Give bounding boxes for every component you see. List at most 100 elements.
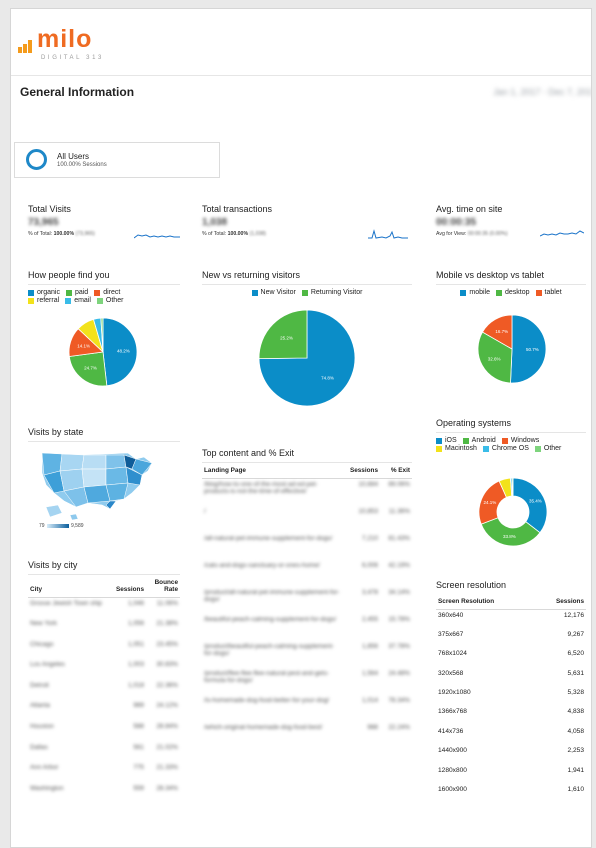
table-row: /product/flee-flee-flee-natural-pest-and…: [202, 668, 412, 695]
card-visits-by-city: Visits by city City Sessions Bounce Rate…: [28, 560, 180, 803]
legend-item: direct: [94, 289, 120, 296]
table-cell: 1,610: [567, 786, 584, 794]
metric-avg-time: Avg. time on site 00:00:35 Avg for View:…: [436, 204, 586, 237]
pie-label: 32.6%: [488, 356, 501, 361]
table-row: Houston 588 28.84%: [28, 721, 180, 742]
table-cell: 11.36%: [388, 507, 410, 515]
table-cell: 6,520: [567, 650, 584, 658]
table-cell: 988: [367, 723, 378, 731]
legend-item: referral: [28, 297, 59, 304]
table-cell: 1,003: [128, 661, 144, 669]
table-cell: /product/beautiful-peach-calming-supplem…: [204, 642, 335, 657]
table-row: Atlanta 989 24.12%: [28, 700, 180, 721]
table-cell: /cats-and-dogs-sanctuary-or-ones-home/: [204, 561, 320, 569]
table-cell: 414x736: [438, 727, 464, 735]
table-row: 1280x800 1,941: [436, 765, 586, 784]
table-cell: 21.02%: [156, 743, 178, 751]
table-cell: 1280x800: [438, 766, 467, 774]
date-range[interactable]: Jan 1, 2017 - Dec 7, 2017: [493, 87, 591, 97]
legend-returning: New Visitor Returning Visitor: [202, 289, 412, 296]
table-cell: 588: [133, 723, 144, 731]
ring-icon: [26, 149, 47, 170]
table-row: /blog/how-to-one-of-the-most-ad-ed-pet-p…: [202, 479, 412, 506]
col-city: City: [28, 575, 111, 598]
table-row: 1920x1080 5,328: [436, 687, 586, 706]
card-visits-by-state: Visits by state: [28, 427, 180, 442]
table-row: 1600x900 1,610: [436, 784, 586, 803]
table-cell: 24.48%: [388, 669, 410, 677]
card-title: Operating systems: [436, 418, 586, 433]
table-cell: 1366x768: [438, 708, 467, 716]
table-cell: 2,455: [362, 615, 378, 623]
metric-total-transactions: Total transactions 1,038 % of Total: 100…: [202, 204, 412, 239]
legend-os: iOS Android Windows Macintosh Chrome OS …: [436, 437, 576, 452]
legend-item: organic: [28, 289, 60, 296]
card-title: Top content and % Exit: [202, 448, 412, 463]
header-divider: [11, 75, 591, 76]
legend-item: iOS: [436, 437, 457, 444]
card-title: New vs returning visitors: [202, 270, 412, 285]
legend-item: Chrome OS: [482, 445, 529, 452]
pie-device: 50.7% 32.6% 16.7%: [477, 314, 547, 384]
table-cell: 1600x900: [438, 786, 467, 794]
metric-value: 73,965: [28, 217, 59, 228]
table-row: /which-original-homemade-dog-food-best/9…: [202, 722, 412, 749]
table-cell: 1440x900: [438, 747, 467, 755]
table-row: /cats-and-dogs-sanctuary-or-ones-home/6,…: [202, 560, 412, 587]
table-cell: 11.06%: [156, 600, 178, 607]
card-mobile-desktop-tablet: Mobile vs desktop vs tablet mobile deskt…: [436, 270, 586, 296]
pie-label: 16.7%: [495, 329, 508, 334]
sparkline-visits: [134, 234, 180, 239]
table-cell: Atlanta: [30, 702, 50, 710]
col-sessions: Sessions: [533, 594, 586, 610]
milo-logo: milo DIGITAL 313: [18, 25, 118, 71]
table-cell: /product/all-natural-pet-immune-suppleme…: [204, 588, 340, 603]
pie-slice-other: [511, 477, 514, 497]
segment-all-users[interactable]: All Users 100.00% Sessions: [14, 142, 220, 178]
table-cell: 23.45%: [156, 640, 178, 648]
table-row: Los Angeles 1,003 30.83%: [28, 659, 180, 680]
table-cell: 15.78%: [388, 615, 410, 623]
table-cell: 37.78%: [388, 642, 410, 650]
pie-label: 25.2%: [280, 335, 293, 340]
col-exit: % Exit: [380, 463, 412, 479]
pie-label: 14.1%: [77, 343, 90, 348]
table-cell: 6,006: [362, 561, 378, 569]
table-cell: /all-natural-pet-immune-supplement-for-d…: [204, 534, 333, 542]
col-landing-page: Landing Page: [202, 463, 342, 479]
table-cell: 2,253: [567, 747, 584, 755]
table-cell: 4,838: [567, 708, 584, 716]
screen-table: Screen Resolution Sessions 360x640 12,176…: [436, 594, 586, 803]
table-cell: 3,478: [362, 588, 378, 596]
table-cell: Detroit: [30, 681, 49, 689]
col-screen-resolution: Screen Resolution: [436, 594, 534, 610]
page-title: General Information: [20, 85, 135, 99]
legend-item: Windows: [501, 437, 539, 444]
map-scale-max: 9,589: [71, 523, 84, 529]
pie-label: 50.7%: [526, 347, 539, 352]
table-cell: 22.24%: [388, 723, 410, 731]
pie-label: 74.8%: [321, 376, 334, 381]
table-cell: 10,853: [358, 507, 378, 515]
table-cell: 10,684: [358, 481, 378, 488]
segment-name: All Users: [57, 152, 90, 161]
table-cell: 81.43%: [388, 534, 410, 542]
legend-item: tablet: [535, 289, 562, 296]
donut-os: 35.4% 33.8% 24.1%: [478, 477, 548, 547]
card-operating-systems: Operating systems iOS Android Windows Ma…: [436, 418, 586, 452]
table-row: /product/beautiful-peach-calming-supplem…: [202, 641, 412, 668]
table-cell: 1,046: [128, 600, 144, 607]
legend-item: email: [65, 297, 91, 304]
table-cell: Ann Arbor: [30, 764, 59, 772]
metric-title: Total transactions: [202, 204, 273, 214]
table-cell: Chicago: [30, 640, 54, 648]
legend-item: desktop: [495, 289, 530, 296]
table-cell: 34.14%: [388, 588, 410, 596]
legend-item: Other: [96, 297, 123, 304]
table-cell: /product/flee-flee-flee-natural-pest-and…: [204, 669, 330, 684]
table-cell: 1,014: [362, 696, 378, 704]
table-cell: 1,018: [128, 681, 144, 689]
legend-item: Macintosh: [436, 445, 477, 452]
table-cell: 5,631: [567, 669, 584, 677]
table-row: 320x568 5,631: [436, 668, 586, 687]
